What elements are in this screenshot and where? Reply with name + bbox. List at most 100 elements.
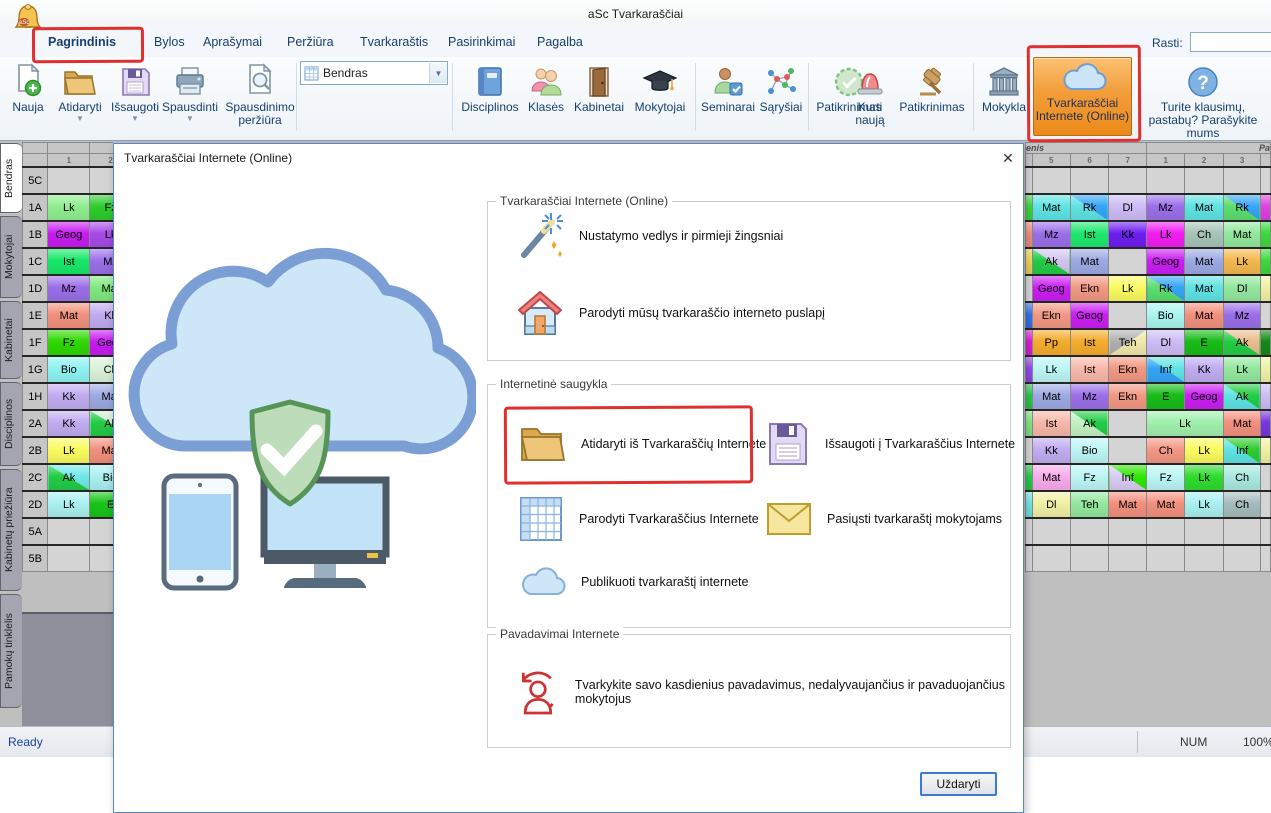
questions-button[interactable]: ? Turite klausimų, pastabų? Parašykite m… [1136,59,1270,140]
classrooms-button[interactable]: Kabinetai [570,59,628,114]
timetable-cell[interactable]: Mat [1185,275,1223,302]
timetable-cell[interactable]: Lk [1147,221,1185,248]
timetable-cell[interactable]: Lk [1185,491,1223,518]
new-button[interactable]: Nauja [6,59,50,114]
timetable-cell[interactable]: Bio [48,356,90,383]
timetable-cell[interactable] [90,518,113,545]
dropdown-arrow[interactable]: ▼ [76,115,84,123]
timetable-cell[interactable] [1223,167,1261,194]
timetable-cell[interactable]: Kk [1109,221,1147,248]
clipped-cell[interactable] [1261,329,1271,356]
online-timetables-button[interactable]: Tvarkaraščiai Internete (Online) [1033,57,1132,136]
timetable-cell[interactable]: Dl [1223,275,1261,302]
clipped-cell[interactable] [1026,518,1033,545]
timetable-cell[interactable]: Geog [1147,248,1185,275]
save-button[interactable]: Išsaugoti ▼ [110,59,160,123]
timetable-cell[interactable]: Dl [1147,329,1185,356]
timetable-cell[interactable]: Mat [1109,491,1147,518]
sidebar-tab-disciplinos[interactable]: Disciplinos [0,382,22,466]
timetable-cell[interactable]: Mat [1185,194,1223,221]
timetable-cell[interactable]: Lk [1109,275,1147,302]
timetable-cell[interactable]: Ist [1070,356,1108,383]
timetable-cell[interactable] [90,167,113,194]
timetable-cell[interactable]: Lk [48,194,90,221]
clipped-cell[interactable] [1026,545,1033,572]
timetable-cell[interactable]: Mat [1185,302,1223,329]
dropdown-arrow[interactable]: ▼ [131,115,139,123]
clipped-cell[interactable] [1261,518,1271,545]
timetable-cell[interactable] [1032,545,1070,572]
dropdown-arrow[interactable]: ▼ [186,115,194,123]
timetable-cell[interactable]: Ch [1147,437,1185,464]
clipped-cell[interactable] [1261,221,1271,248]
timetable-cell[interactable]: Kk [48,383,90,410]
timetable-cell[interactable]: Lk [48,437,90,464]
clipped-cell[interactable] [1261,167,1271,194]
timetable-cell[interactable]: Kk [48,410,90,437]
timetable-cell[interactable]: Fz [1147,464,1185,491]
row-header[interactable]: 2C [23,464,48,491]
clipped-cell[interactable] [1026,194,1033,221]
timetable-cell[interactable] [1109,545,1147,572]
timetable-cell[interactable]: Mat [90,437,113,464]
timetable-cell[interactable] [1109,302,1147,329]
timetable-cell[interactable] [1070,545,1108,572]
timetable-cell[interactable]: E [1185,329,1223,356]
row-header[interactable]: 2D [23,491,48,518]
classes-button[interactable]: Klasės [523,59,569,114]
timetable-cell[interactable]: Teh [1109,329,1147,356]
clipped-cell[interactable] [1261,464,1271,491]
timetable-cell[interactable]: Inf [1223,437,1261,464]
print-button[interactable]: Spausdinti ▼ [160,59,220,123]
timetable-cell[interactable] [48,545,90,572]
timetable-cell[interactable]: Mat [1147,491,1185,518]
timetable-cell[interactable]: Geog [1032,275,1070,302]
timetable-cell[interactable]: Lk [1223,356,1261,383]
timetable-cell[interactable]: Bio [1147,302,1185,329]
tab-tvarkarastis[interactable]: Tvarkaraštis [360,35,428,49]
row-header[interactable]: 1H [23,383,48,410]
close-x-icon[interactable]: ✕ [998,148,1018,168]
timetable-cell[interactable]: Mz [48,275,90,302]
timetable-cell[interactable]: Fz [1070,464,1108,491]
timetable-cell[interactable]: Mat [1223,410,1261,437]
clipped-cell[interactable] [1026,302,1033,329]
clipped-cell[interactable] [1261,410,1271,437]
timetable-cell[interactable]: Mat [1032,194,1070,221]
open-button[interactable]: Atidaryti ▼ [52,59,108,123]
subjects-button[interactable]: Disciplinos [458,59,522,114]
timetable-cell[interactable]: Lk [48,491,90,518]
timetable-cell[interactable]: Mat [1032,464,1070,491]
timetable-cell[interactable]: Ch [1185,221,1223,248]
item-show-webpage[interactable]: Parodyti mūsų tvarkaraščio interneto pus… [516,284,825,342]
timetable-cell[interactable] [1147,167,1185,194]
item-open-from-online[interactable]: Atidaryti iš Tvarkaraščių Internete [518,416,766,472]
tab-pagrindinis[interactable]: Pagrindinis [48,35,116,49]
timetable-cell[interactable]: Geog [48,221,90,248]
timetable-cell[interactable] [1109,437,1147,464]
timetable-cell[interactable]: Inf [1147,356,1185,383]
timetable-cell[interactable]: Rk [1147,275,1185,302]
timetable-cell[interactable]: Geog [1070,302,1108,329]
timetable-cell[interactable] [1109,518,1147,545]
timetable-cell[interactable] [1223,518,1261,545]
timetable-cell[interactable]: Mat [1070,248,1108,275]
row-header[interactable]: 1C [23,248,48,275]
teachers-button[interactable]: Mokytojai [629,59,691,114]
timetable-cell[interactable]: Ak [1070,410,1108,437]
timetable-cell[interactable]: Mz [1070,383,1108,410]
timetable-cell[interactable]: Ak [48,464,90,491]
timetable-cell[interactable] [1185,167,1223,194]
relations-button[interactable]: Sąryšiai [758,59,804,114]
timetable-cell[interactable]: Ch [90,356,113,383]
timetable-cell[interactable]: Ist [48,248,90,275]
tab-aprasymai[interactable]: Aprašymai [203,35,262,49]
timetable-cell[interactable]: Bio [1070,437,1108,464]
timetable-cell[interactable]: Mat [1032,383,1070,410]
row-header[interactable]: 1D [23,275,48,302]
clipped-cell[interactable] [1026,356,1033,383]
timetable-cell[interactable]: Ekn [1109,356,1147,383]
clipped-cell[interactable] [1261,545,1271,572]
timetable-cell[interactable]: Lk [1223,248,1261,275]
timetable-cell[interactable]: Mz [1032,221,1070,248]
